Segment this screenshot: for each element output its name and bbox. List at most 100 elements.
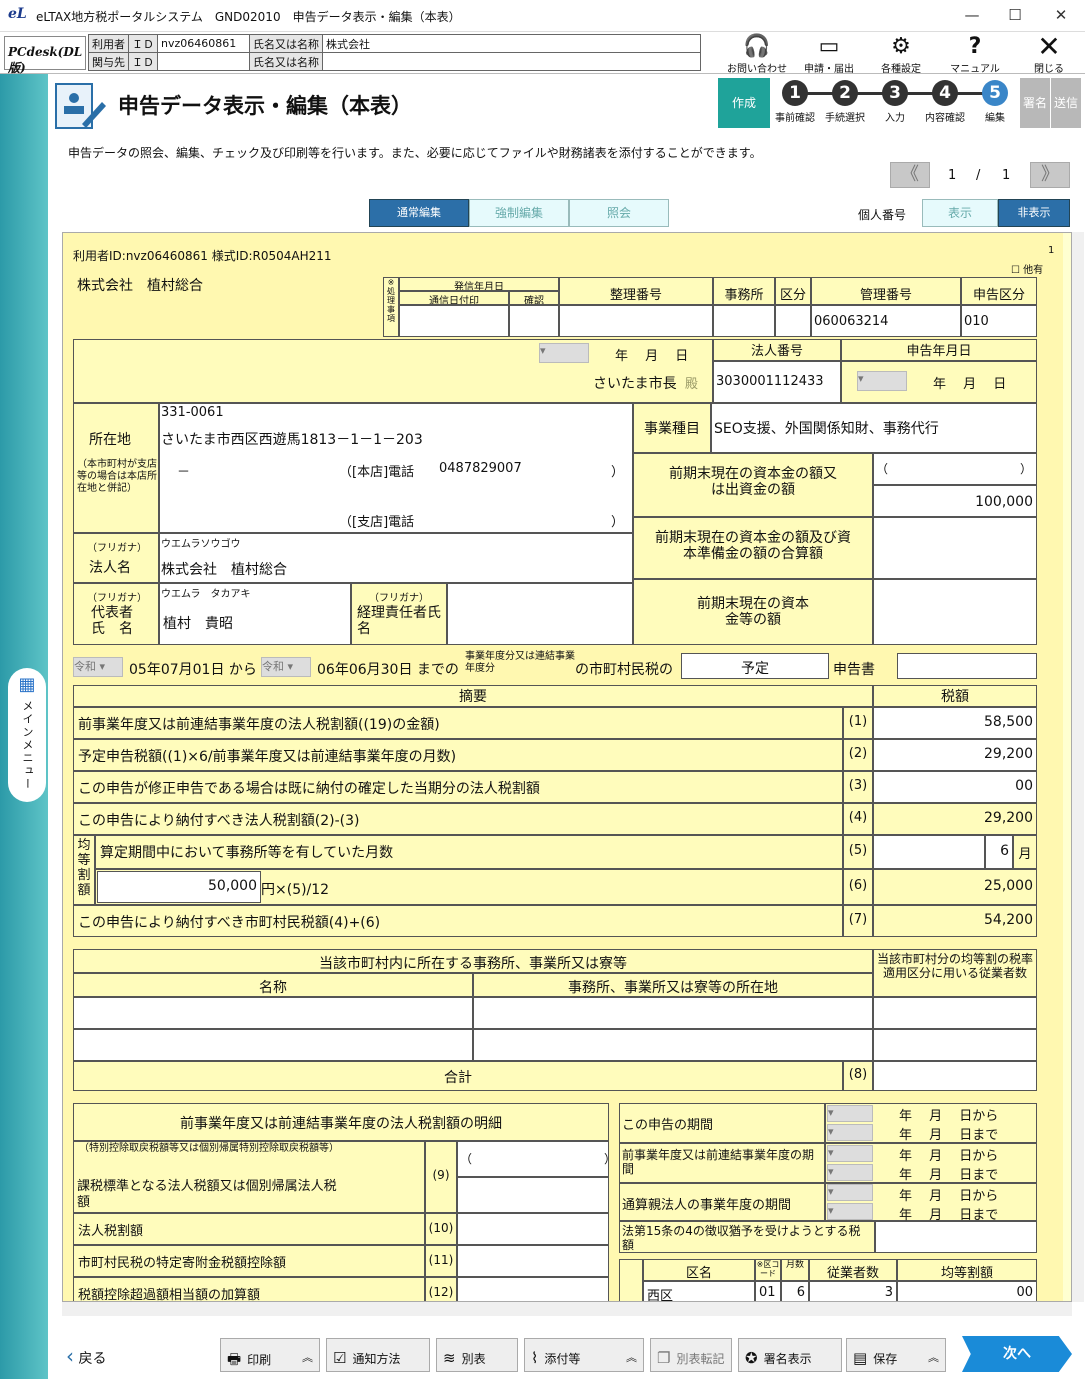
notify-method-button[interactable]: ☑ 通知方法 bbox=[326, 1338, 430, 1372]
ward-code[interactable]: 01 bbox=[755, 1281, 781, 1301]
form-header-line: 利用者ID:nvz06460861 様式ID:R0504AH211 bbox=[73, 249, 332, 263]
step-send: 送信 bbox=[1051, 78, 1081, 128]
paperclip-icon: ⌇ bbox=[531, 1349, 539, 1367]
office-addr-1[interactable] bbox=[473, 997, 873, 1029]
betsu-button[interactable]: ≋ 別表 bbox=[436, 1338, 518, 1372]
return-type[interactable]: 予定 bbox=[681, 653, 829, 679]
step-3: 3 入力 bbox=[870, 80, 920, 124]
other-checkbox[interactable]: ☐ 他有 bbox=[1011, 261, 1043, 276]
corporate-number[interactable]: 3030001112433 bbox=[713, 361, 841, 403]
era-select-date[interactable]: ▾ bbox=[539, 343, 589, 363]
tax-return-form: 利用者ID:nvz06460861 様式ID:R0504AH211 1 ☐ 他有… bbox=[63, 233, 1063, 1301]
mode-view[interactable]: 照会 bbox=[569, 199, 669, 227]
kinto-base[interactable]: 50,000 bbox=[97, 871, 261, 903]
settings-button[interactable]: ⚙ 各種設定 bbox=[866, 34, 936, 75]
office-total[interactable] bbox=[873, 1061, 1037, 1091]
era-select-to[interactable]: 令和 ▾ bbox=[261, 657, 311, 677]
ward-name[interactable]: 西区 bbox=[643, 1281, 755, 1301]
user-name: 株式会社 bbox=[322, 34, 701, 53]
personal-hide-button[interactable]: 非表示 bbox=[998, 199, 1070, 227]
step-5: 5 編集 bbox=[970, 80, 1020, 124]
close-app-button[interactable]: ✕ 閉じる bbox=[1014, 30, 1084, 76]
total-tax: 54,200 bbox=[873, 905, 1037, 937]
main-phone: 0487829007 bbox=[439, 461, 522, 476]
copy-table-button[interactable]: ❐ 別表転記 bbox=[650, 1338, 732, 1372]
ward-months[interactable]: 6 bbox=[781, 1281, 809, 1301]
application-button[interactable]: ▭ 申請・届出 bbox=[794, 34, 864, 75]
step-4: 4 内容確認 bbox=[920, 80, 970, 124]
period-to: 06年06月30日 までの bbox=[317, 662, 459, 678]
title-bar: eL eLTAX地方税ポータルシステム GND02010 申告データ表示・編集（… bbox=[0, 0, 1085, 32]
layers-icon: ≋ bbox=[443, 1349, 456, 1367]
next-button[interactable]: 次へ bbox=[962, 1336, 1072, 1372]
capital-amount[interactable]: 100,000 bbox=[873, 485, 1037, 517]
page-description: 申告データの照会、編集、チェック及び印刷等を行います。また、必要に応じてファイル… bbox=[68, 146, 762, 160]
ward-employees[interactable]: 3 bbox=[809, 1281, 897, 1301]
mode-force-edit[interactable]: 強制編集 bbox=[469, 199, 569, 227]
period-from: 05年07月01日 から bbox=[129, 662, 257, 678]
document-edit-icon bbox=[55, 83, 106, 129]
form-scroll-area[interactable]: 利用者ID:nvz06460861 様式ID:R0504AH211 1 ☐ 他有… bbox=[62, 232, 1072, 1302]
mode-normal-edit[interactable]: 通常編集 bbox=[369, 199, 469, 227]
eltax-logo: eL bbox=[8, 6, 27, 22]
minimize-button[interactable]: — bbox=[957, 6, 987, 24]
personal-show-button[interactable]: 表示 bbox=[922, 199, 998, 227]
company-top: 株式会社 植村総合 bbox=[77, 278, 203, 294]
mayor-label: さいたま市長 bbox=[593, 376, 677, 392]
step-create: 作成 bbox=[718, 78, 770, 128]
next-page-button[interactable]: 》 bbox=[1030, 162, 1070, 188]
checkbox-icon: ☑ bbox=[333, 1349, 347, 1367]
era-select-filing[interactable]: ▾ bbox=[857, 371, 907, 391]
chevron-up-icon: ︽ bbox=[928, 1351, 939, 1364]
pcdesk-brand: PCdesk(DL版) bbox=[4, 36, 86, 75]
office-emp-1[interactable] bbox=[873, 997, 1037, 1029]
help-icon: ? bbox=[968, 34, 982, 59]
kanri-number[interactable]: 060063214 bbox=[811, 305, 961, 337]
era-select-from[interactable]: 令和 ▾ bbox=[73, 657, 123, 677]
tax-row-1[interactable]: 58,500 bbox=[873, 707, 1037, 739]
main-menu-button[interactable]: ▦ メインメニュー bbox=[8, 668, 46, 802]
print-button[interactable]: 🖶 印刷 ︽ bbox=[220, 1338, 320, 1372]
months-count[interactable]: 6 bbox=[985, 835, 1013, 869]
award-icon: ✪ bbox=[745, 1349, 758, 1367]
step-1: 1 事前確認 bbox=[770, 80, 820, 124]
address: さいたま市西区西遊馬1813－1－1－203 bbox=[161, 432, 423, 448]
grid-icon: ▦ bbox=[18, 674, 36, 695]
close-icon: ✕ bbox=[1037, 30, 1061, 63]
step-2: 2 手続選択 bbox=[820, 80, 870, 124]
corp-name: 株式会社 植村総合 bbox=[161, 562, 287, 578]
maximize-button[interactable]: ☐ bbox=[1000, 6, 1030, 24]
vertical-scrollbar[interactable] bbox=[1072, 232, 1084, 1302]
window-title: eLTAX地方税ポータルシステム GND02010 申告データ表示・編集（本表） bbox=[36, 10, 461, 24]
save-button[interactable]: ▤ 保存 ︽ bbox=[846, 1338, 946, 1372]
tax-row-4: 29,200 bbox=[873, 803, 1037, 835]
kinto-amount: 25,000 bbox=[873, 869, 1037, 905]
business-type[interactable]: SEO支援、外国関係知財、事務代行 bbox=[711, 403, 1037, 453]
horizontal-scrollbar[interactable] bbox=[62, 1302, 1072, 1316]
rep-kana: ウエムラ タカアキ bbox=[161, 589, 251, 600]
ward-kinto[interactable]: 00 bbox=[897, 1281, 1037, 1301]
step-sign: 署名 bbox=[1020, 78, 1050, 128]
tax-row-3[interactable]: 00 bbox=[873, 771, 1037, 803]
office-addr-2[interactable] bbox=[473, 1029, 873, 1061]
prev-page-button[interactable]: 《 bbox=[890, 162, 930, 188]
attach-button[interactable]: ⌇ 添付等 ︽ bbox=[524, 1338, 644, 1372]
shinkoku-kubun[interactable]: 010 bbox=[961, 305, 1037, 337]
office-name-1[interactable] bbox=[73, 997, 473, 1029]
contact-button[interactable]: 🎧 お問い合わせ bbox=[722, 34, 792, 75]
window-close-button[interactable]: ✕ bbox=[1046, 6, 1076, 24]
tax-row-2[interactable]: 29,200 bbox=[873, 739, 1037, 771]
signature-view-button[interactable]: ✪ 署名表示 bbox=[738, 1338, 842, 1372]
back-button[interactable]: ‹ 戻る bbox=[66, 1344, 106, 1368]
save-icon: ▤ bbox=[853, 1349, 868, 1367]
user-info-table: 利用者 ＩＤ nvz06460861 氏名又は名称 株式会社 関与先 ＩＤ 氏名… bbox=[88, 34, 701, 71]
office-name-2[interactable] bbox=[73, 1029, 473, 1061]
office-emp-2[interactable] bbox=[873, 1029, 1037, 1061]
copy-icon: ❐ bbox=[657, 1349, 671, 1367]
page-current: 1 bbox=[948, 168, 957, 183]
manual-button[interactable]: ? マニュアル bbox=[940, 34, 1010, 75]
chevron-up-icon: ︽ bbox=[302, 1351, 313, 1364]
headset-icon: 🎧 bbox=[743, 34, 771, 59]
chevron-up-icon: ︽ bbox=[626, 1351, 637, 1364]
chevron-left-icon: ‹ bbox=[66, 1344, 74, 1368]
